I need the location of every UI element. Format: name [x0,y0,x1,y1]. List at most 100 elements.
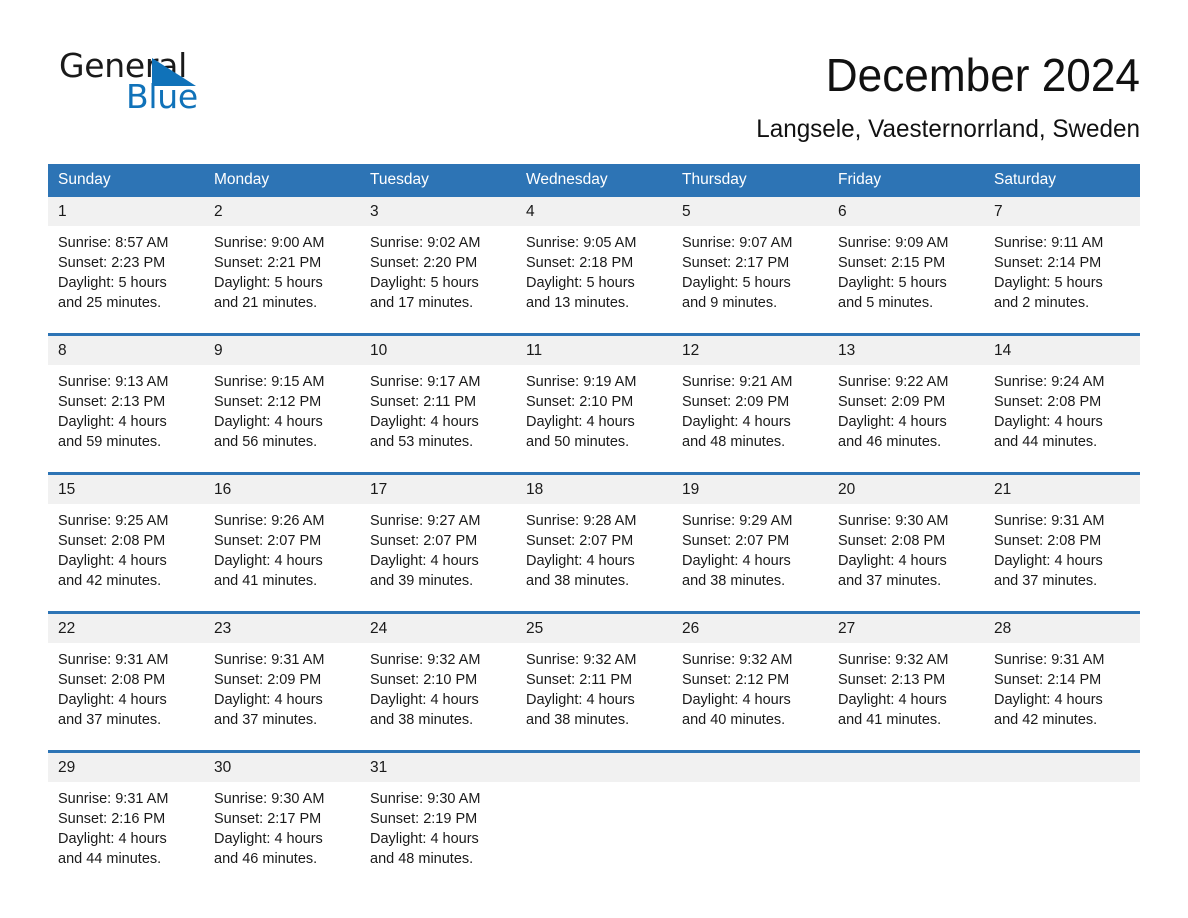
day-cell-number[interactable]: 24 [360,614,516,643]
sunset-text: Sunset: 2:18 PM [526,255,634,271]
day-cell-details: Sunrise: 9:31 AM Sunset: 2:08 PM Dayligh… [48,643,204,738]
title-block: December 2024 Langsele, Vaesternorrland,… [238,46,1140,145]
day-cell-number[interactable]: 28 [984,614,1140,643]
sunrise-text: Sunrise: 9:32 AM [526,652,637,668]
daylight-text-line2: and 50 minutes. [526,434,630,450]
day-cell-empty-details [672,782,828,877]
day-cell-details: Sunrise: 9:30 AM Sunset: 2:08 PM Dayligh… [828,504,984,599]
day-cell-details: Sunrise: 9:32 AM Sunset: 2:12 PM Dayligh… [672,643,828,738]
sunrise-text: Sunrise: 9:00 AM [214,235,325,251]
calendar-page: General Blue December 2024 Langsele, Vae… [0,0,1188,918]
daylight-text-line1: Daylight: 4 hours [58,553,167,569]
day-cell-number[interactable]: 11 [516,336,672,365]
sunrise-text: Sunrise: 9:30 AM [214,791,325,807]
day-cell-number[interactable]: 14 [984,336,1140,365]
day-cell-details: Sunrise: 9:13 AM Sunset: 2:13 PM Dayligh… [48,365,204,460]
daylight-text-line1: Daylight: 4 hours [214,831,323,847]
day-cell-number[interactable]: 19 [672,475,828,504]
day-cell-number[interactable]: 9 [204,336,360,365]
weekday-header-tuesday: Tuesday [360,164,516,197]
day-cell-number[interactable]: 3 [360,197,516,226]
day-cell-number[interactable]: 30 [204,753,360,782]
day-cell-details: Sunrise: 8:57 AM Sunset: 2:23 PM Dayligh… [48,226,204,321]
daylight-text-line1: Daylight: 5 hours [370,275,479,291]
day-cell-details: Sunrise: 9:30 AM Sunset: 2:19 PM Dayligh… [360,782,516,877]
day-cell-number[interactable]: 15 [48,475,204,504]
day-cell-number[interactable]: 22 [48,614,204,643]
daylight-text-line1: Daylight: 4 hours [370,692,479,708]
day-cell-number[interactable]: 7 [984,197,1140,226]
daylight-text-line1: Daylight: 4 hours [526,692,635,708]
day-cell-details: Sunrise: 9:02 AM Sunset: 2:20 PM Dayligh… [360,226,516,321]
day-cell-number[interactable]: 10 [360,336,516,365]
day-cell-empty-details [984,782,1140,877]
sunrise-text: Sunrise: 9:30 AM [838,513,949,529]
daylight-text-line2: and 38 minutes. [526,573,630,589]
sunrise-text: Sunrise: 9:11 AM [994,235,1104,251]
day-cell-number[interactable]: 20 [828,475,984,504]
daylight-text-line2: and 48 minutes. [370,851,474,867]
day-cell-details: Sunrise: 9:31 AM Sunset: 2:14 PM Dayligh… [984,643,1140,738]
week-row-details: Sunrise: 9:31 AM Sunset: 2:08 PM Dayligh… [48,643,1140,738]
sunrise-text: Sunrise: 9:28 AM [526,513,637,529]
daylight-text-line1: Daylight: 4 hours [370,831,479,847]
day-cell-details: Sunrise: 9:31 AM Sunset: 2:08 PM Dayligh… [984,504,1140,599]
daylight-text-line1: Daylight: 4 hours [58,414,167,430]
day-cell-number[interactable]: 16 [204,475,360,504]
daylight-text-line1: Daylight: 4 hours [682,692,791,708]
day-cell-number[interactable]: 12 [672,336,828,365]
day-cell-number[interactable]: 13 [828,336,984,365]
day-cell-number[interactable]: 29 [48,753,204,782]
sunrise-text: Sunrise: 9:05 AM [526,235,637,251]
sunrise-text: Sunrise: 9:31 AM [994,652,1105,668]
week-row-details: Sunrise: 9:25 AM Sunset: 2:08 PM Dayligh… [48,504,1140,599]
week-row-daynumbers: 22 23 24 25 26 27 28 [48,614,1140,643]
day-cell-number[interactable]: 17 [360,475,516,504]
sunset-text: Sunset: 2:17 PM [214,811,322,827]
daylight-text-line1: Daylight: 4 hours [214,414,323,430]
daylight-text-line2: and 44 minutes. [58,851,162,867]
week-gap [48,460,1140,472]
daylight-text-line2: and 41 minutes. [838,712,942,728]
day-cell-number[interactable]: 6 [828,197,984,226]
general-blue-logo[interactable]: General Blue [48,46,238,122]
week-row-daynumbers: 29 30 31 [48,753,1140,782]
sunset-text: Sunset: 2:13 PM [58,394,166,410]
sunrise-text: Sunrise: 9:17 AM [370,374,481,390]
sunrise-text: Sunrise: 9:09 AM [838,235,949,251]
daylight-text-line2: and 37 minutes. [58,712,162,728]
sunset-text: Sunset: 2:11 PM [370,394,477,410]
day-cell-number[interactable]: 31 [360,753,516,782]
daylight-text-line2: and 59 minutes. [58,434,162,450]
sunset-text: Sunset: 2:07 PM [214,533,322,549]
day-cell-number[interactable]: 8 [48,336,204,365]
page-header: General Blue December 2024 Langsele, Vae… [48,0,1140,145]
day-cell-number[interactable]: 18 [516,475,672,504]
day-cell-number[interactable]: 4 [516,197,672,226]
day-cell-number[interactable]: 27 [828,614,984,643]
daylight-text-line2: and 17 minutes. [370,295,474,311]
day-cell-details: Sunrise: 9:29 AM Sunset: 2:07 PM Dayligh… [672,504,828,599]
daylight-text-line2: and 38 minutes. [526,712,630,728]
day-cell-number[interactable]: 25 [516,614,672,643]
daylight-text-line2: and 53 minutes. [370,434,474,450]
daylight-text-line2: and 39 minutes. [370,573,474,589]
daylight-text-line1: Daylight: 4 hours [682,553,791,569]
daylight-text-line2: and 40 minutes. [682,712,786,728]
sunset-text: Sunset: 2:13 PM [838,672,946,688]
daylight-text-line2: and 42 minutes. [58,573,162,589]
week-row-daynumbers: 15 16 17 18 19 20 21 [48,475,1140,504]
day-cell-number[interactable]: 5 [672,197,828,226]
day-cell-number[interactable]: 2 [204,197,360,226]
day-cell-number[interactable]: 26 [672,614,828,643]
day-cell-number[interactable]: 23 [204,614,360,643]
daylight-text-line1: Daylight: 4 hours [994,553,1103,569]
sunset-text: Sunset: 2:17 PM [682,255,790,271]
day-cell-number[interactable]: 21 [984,475,1140,504]
daylight-text-line2: and 5 minutes. [838,295,934,311]
weekday-header-saturday: Saturday [984,164,1140,197]
day-cell-details: Sunrise: 9:27 AM Sunset: 2:07 PM Dayligh… [360,504,516,599]
daylight-text-line1: Daylight: 4 hours [682,414,791,430]
day-cell-number[interactable]: 1 [48,197,204,226]
day-cell-empty-details [516,782,672,877]
